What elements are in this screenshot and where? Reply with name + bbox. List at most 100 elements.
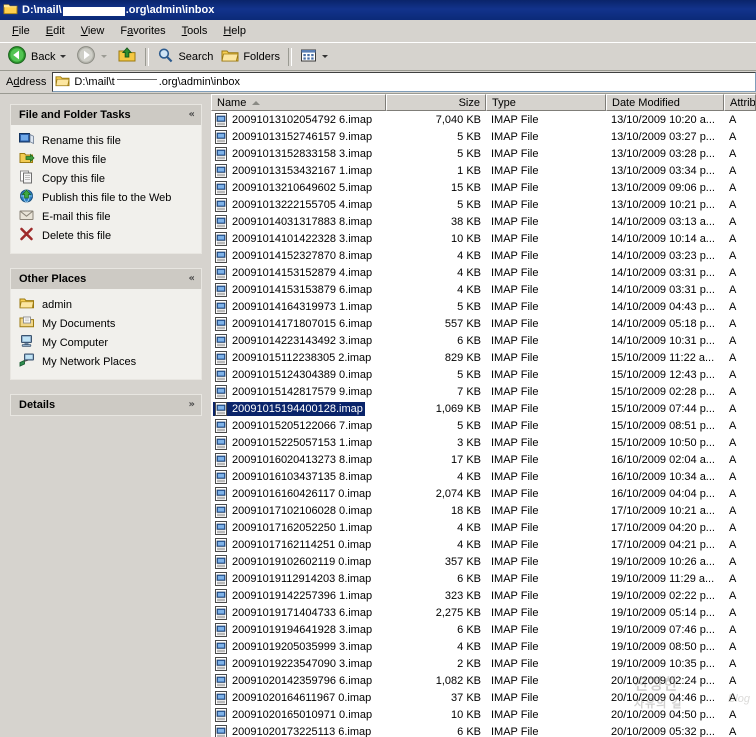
file-type-cell: IMAP File — [491, 181, 539, 194]
file-attrib-cell: A — [729, 266, 737, 279]
file-row[interactable]: 20091019142257396 1.imap 323 KB IMAP File 1… — [211, 587, 756, 604]
file-attrib-cell: A — [729, 725, 737, 737]
views-button[interactable] — [296, 46, 334, 68]
column-header-name[interactable]: Name — [211, 94, 386, 111]
file-row[interactable]: 20091013222155705 4.imap 5 KB IMAP File 13/… — [211, 196, 756, 213]
place-admin[interactable]: admin — [19, 295, 197, 314]
file-attrib-cell: A — [729, 317, 737, 330]
file-attrib-cell: A — [729, 453, 737, 466]
file-name-cell: 20091013210649602 5.imap — [211, 180, 386, 195]
menu-view[interactable]: View — [73, 23, 113, 39]
views-dropdown-icon[interactable] — [322, 55, 329, 58]
file-row[interactable]: 20091020142359796 6.imap 1,082 KB IMAP Fil… — [211, 672, 756, 689]
address-path-prefix: D:\mail\t — [74, 76, 115, 88]
search-button[interactable]: Search — [153, 46, 217, 68]
file-row[interactable]: 20091019102602119 0.imap 357 KB IMAP File 1… — [211, 553, 756, 570]
file-row[interactable]: 20091019205035999 3.imap 4 KB IMAP File 19/… — [211, 638, 756, 655]
file-row[interactable]: 20091020165010971 0.imap 10 KB IMAP File 20… — [211, 706, 756, 723]
file-row[interactable]: 20091019171404733 6.imap 2,275 KB IMAP Fil… — [211, 604, 756, 621]
file-row[interactable]: 20091016160426117 0.imap 2,074 KB IMAP Fil… — [211, 485, 756, 502]
imap-file-icon — [215, 707, 228, 722]
file-date-cell: 19/10/2009 11:29 a... — [611, 572, 715, 585]
back-dropdown-icon[interactable] — [60, 55, 67, 58]
task-move-this-file[interactable]: Move this file — [19, 150, 197, 169]
file-row[interactable]: 20091013152833158 3.imap 5 KB IMAP File 13/… — [211, 145, 756, 162]
file-row[interactable]: 20091015142817579 9.imap 7 KB IMAP File 15/… — [211, 383, 756, 400]
file-size-cell: 4 KB — [457, 283, 481, 296]
file-row[interactable]: 20091016103437135 8.imap 4 KB IMAP File 16/… — [211, 468, 756, 485]
column-header-type[interactable]: Type — [486, 94, 606, 111]
back-button[interactable]: Back — [3, 46, 72, 68]
file-date-cell: 15/10/2009 11:22 a... — [611, 351, 715, 364]
menu-help[interactable]: Help — [215, 23, 254, 39]
menu-file[interactable]: File — [4, 23, 38, 39]
file-row[interactable]: 20091019112914203 8.imap 6 KB IMAP File 19/… — [211, 570, 756, 587]
file-row[interactable]: 20091014152327870 8.imap 4 KB IMAP File 14/… — [211, 247, 756, 264]
file-row[interactable]: 20091013102054792 6.imap 7,040 KB IMAP Fil… — [211, 111, 756, 128]
panel-title: Details — [19, 399, 56, 411]
file-date-cell: 14/10/2009 10:14 a... — [611, 232, 715, 245]
file-row[interactable]: 20091016020413273 8.imap 17 KB IMAP File 16… — [211, 451, 756, 468]
file-row[interactable]: 20091014153153879 6.imap 4 KB IMAP File 14/… — [211, 281, 756, 298]
file-row[interactable]: 20091020164611967 0.imap 37 KB IMAP File 20… — [211, 689, 756, 706]
task-copy-this-file[interactable]: Copy this file — [19, 169, 197, 188]
address-input[interactable]: D:\mail\t .org\admin\inbox — [52, 72, 756, 92]
email-icon — [19, 208, 35, 225]
file-row[interactable]: 20091015124304389 0.imap 5 KB IMAP File 15/… — [211, 366, 756, 383]
file-row[interactable]: 20091017162114251 0.imap 4 KB IMAP File 17/… — [211, 536, 756, 553]
file-name-cell: 20091015124304389 0.imap — [211, 367, 386, 382]
file-attrib-cell: A — [729, 572, 737, 585]
file-row[interactable]: 20091014101422328 3.imap 10 KB IMAP File 14… — [211, 230, 756, 247]
file-row[interactable]: 20091013210649602 5.imap 15 KB IMAP File 13… — [211, 179, 756, 196]
panel-header-other-places[interactable]: Other Places « — [10, 268, 202, 289]
column-header-attrib[interactable]: Attrib — [724, 94, 756, 111]
chevron-up-icon[interactable]: « — [189, 110, 195, 120]
file-name-label: 20091015225057153 1.imap — [232, 436, 373, 449]
task-delete-this-file[interactable]: Delete this file — [19, 226, 197, 245]
column-header-date-modified[interactable]: Date Modified — [606, 94, 724, 111]
task-rename-this-file[interactable]: Rename this file — [19, 131, 197, 150]
file-name-label: 20091019102602119 0.imap — [232, 555, 372, 568]
imap-file-icon — [215, 180, 228, 195]
panel-other-places: Other Places « admin My Documents My Com… — [10, 268, 202, 380]
file-type-cell: IMAP File — [491, 147, 539, 160]
file-row[interactable]: 20091019223547090 3.imap 2 KB IMAP File 19/… — [211, 655, 756, 672]
place-my-documents[interactable]: My Documents — [19, 314, 197, 333]
place-label: My Network Places — [42, 355, 137, 368]
panel-body-other-places: admin My Documents My Computer My Networ… — [10, 289, 202, 380]
file-type-cell: IMAP File — [491, 113, 539, 126]
up-button[interactable] — [113, 46, 141, 68]
file-row[interactable]: 20091014164319973 1.imap 5 KB IMAP File 14/… — [211, 298, 756, 315]
file-attrib-cell: A — [729, 181, 737, 194]
panel-header-file-and-folder-tasks[interactable]: File and Folder Tasks « — [10, 104, 202, 125]
file-row[interactable]: 20091017102106028 0.imap 18 KB IMAP File 17… — [211, 502, 756, 519]
task-email-this-file[interactable]: E-mail this file — [19, 207, 197, 226]
menu-edit[interactable]: Edit — [38, 23, 73, 39]
place-my-network-places[interactable]: My Network Places — [19, 352, 197, 371]
file-row[interactable]: 20091015112238305 2.imap 829 KB IMAP File 1… — [211, 349, 756, 366]
place-my-computer[interactable]: My Computer — [19, 333, 197, 352]
file-row[interactable]: 20091020173225113 6.imap 6 KB IMAP File 20/… — [211, 723, 756, 737]
task-publish-this-file-to-the-web[interactable]: Publish this file to the Web — [19, 188, 197, 207]
folders-button[interactable]: Folders — [217, 46, 284, 68]
menu-tools[interactable]: Tools — [174, 23, 216, 39]
menu-favorites[interactable]: Favorites — [112, 23, 173, 39]
file-row[interactable]: 20091015194400128.imap 1,069 KB IMAP File 1… — [211, 400, 756, 417]
chevron-down-icon[interactable]: » — [189, 400, 195, 410]
file-type-cell: IMAP File — [491, 368, 539, 381]
column-header-size[interactable]: Size — [386, 94, 486, 111]
panel-header-details[interactable]: Details » — [10, 394, 202, 416]
chevron-up-icon[interactable]: « — [189, 274, 195, 284]
file-row[interactable]: 20091014031317883 8.imap 38 KB IMAP File 14… — [211, 213, 756, 230]
file-size-cell: 4 KB — [457, 470, 481, 483]
file-row[interactable]: 20091014171807015 6.imap 557 KB IMAP File 1… — [211, 315, 756, 332]
file-row[interactable]: 20091015205122066 7.imap 5 KB IMAP File 15/… — [211, 417, 756, 434]
file-row[interactable]: 20091019194641928 3.imap 6 KB IMAP File 19/… — [211, 621, 756, 638]
file-row[interactable]: 20091013153432167 1.imap 1 KB IMAP File 13/… — [211, 162, 756, 179]
file-name-label: 20091020173225113 6.imap — [232, 725, 372, 737]
file-row[interactable]: 20091017162052250 1.imap 4 KB IMAP File 17/… — [211, 519, 756, 536]
file-row[interactable]: 20091014223143492 3.imap 6 KB IMAP File 14/… — [211, 332, 756, 349]
file-row[interactable]: 20091014153152879 4.imap 4 KB IMAP File 14/… — [211, 264, 756, 281]
file-row[interactable]: 20091015225057153 1.imap 3 KB IMAP File 15/… — [211, 434, 756, 451]
file-row[interactable]: 20091013152746157 9.imap 5 KB IMAP File 13/… — [211, 128, 756, 145]
